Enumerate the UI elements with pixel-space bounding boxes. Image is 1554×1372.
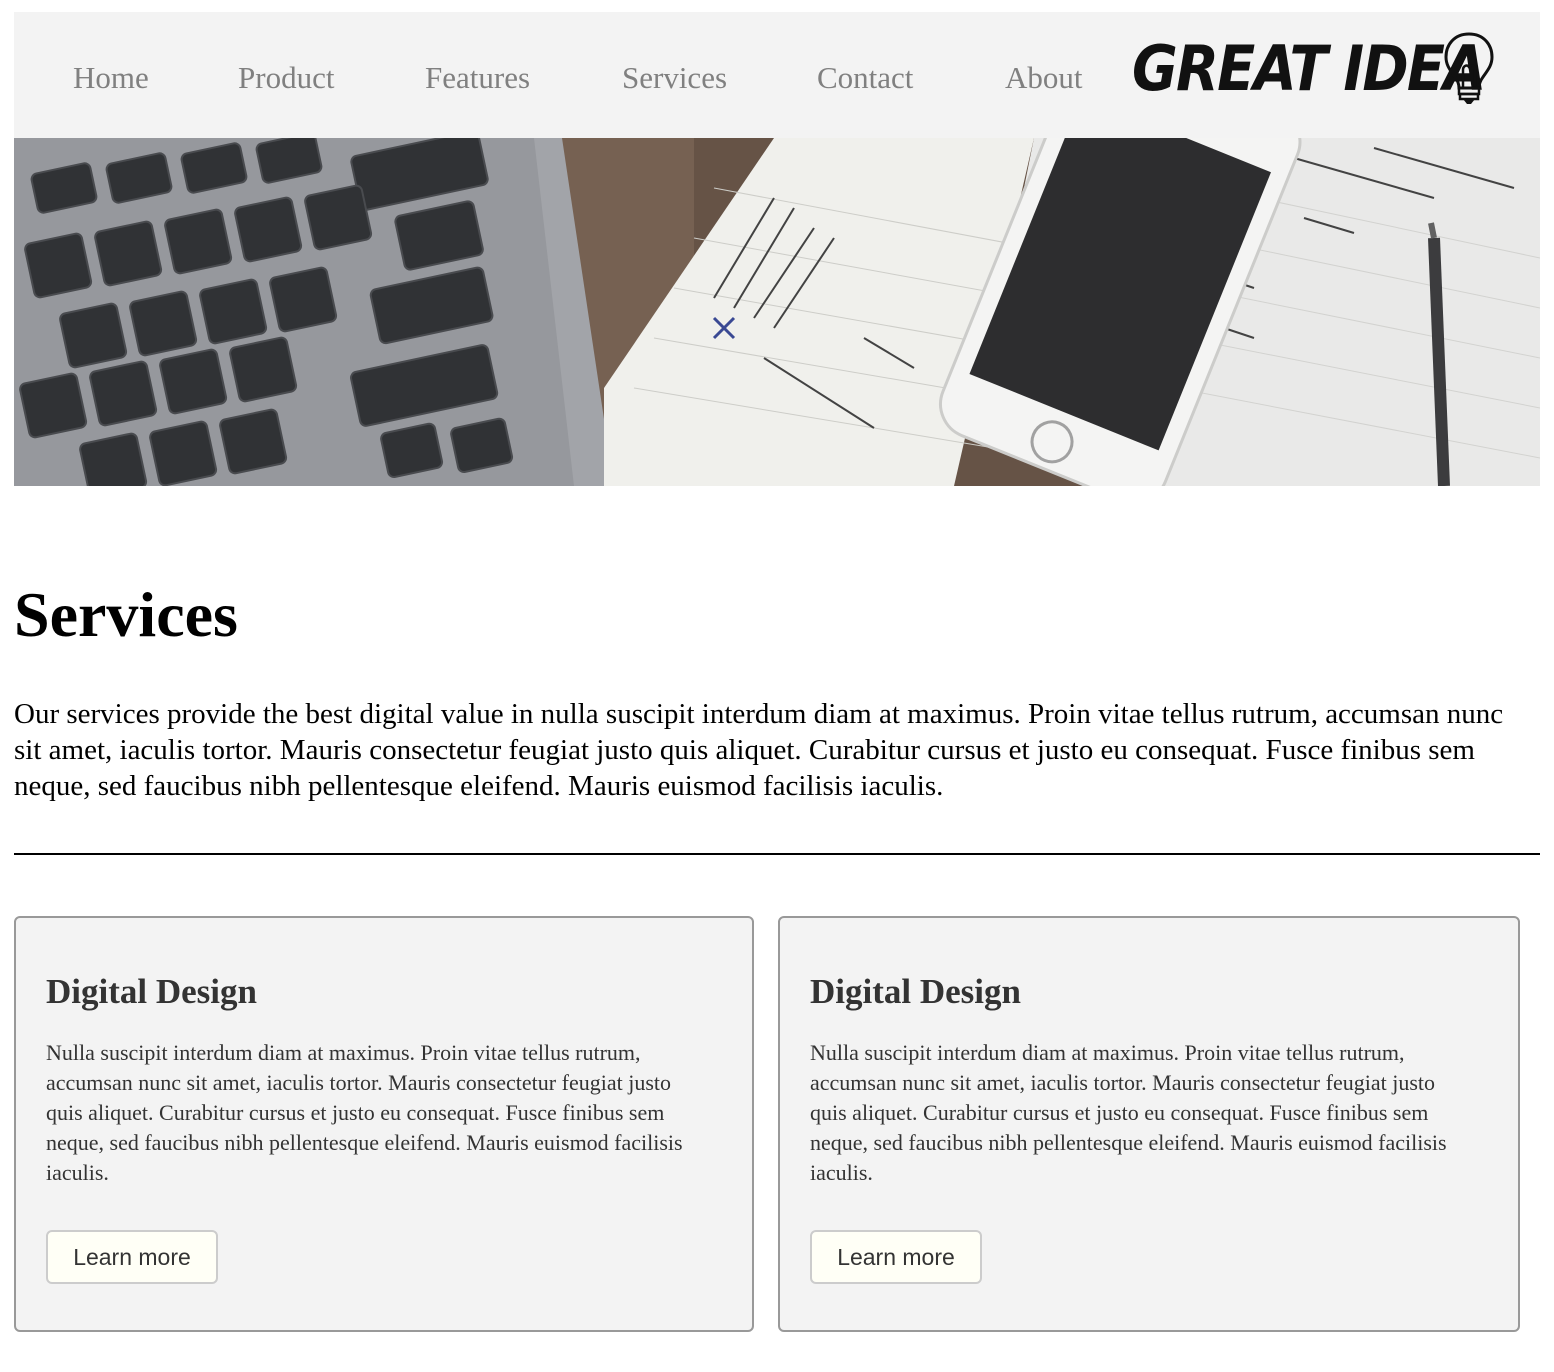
card-title: Digital Design <box>46 972 257 1011</box>
nav-home-link[interactable]: Home <box>73 60 149 96</box>
logo-text: GREAT IDEA <box>1132 32 1486 105</box>
service-card: Digital Design Nulla suscipit interdum d… <box>778 916 1520 1332</box>
intro-paragraph: Our services provide the best digital va… <box>14 698 1504 802</box>
card-text: Nulla suscipit interdum diam at maximus.… <box>46 1040 683 1185</box>
lightbulb-icon <box>1444 32 1494 104</box>
nav-services-link[interactable]: Services <box>622 60 727 96</box>
card-title: Digital Design <box>810 972 1021 1011</box>
learn-more-button[interactable]: Learn more <box>810 1230 982 1284</box>
card-text: Nulla suscipit interdum diam at maximus.… <box>810 1040 1447 1185</box>
top-nav: Home Product Features Services Contact A… <box>14 12 1540 138</box>
brand-logo[interactable]: GREAT IDEA <box>1126 30 1501 110</box>
nav-product-link[interactable]: Product <box>238 60 334 96</box>
nav-contact-link[interactable]: Contact <box>817 60 913 96</box>
page-title: Services <box>14 579 238 650</box>
hero-image <box>14 138 1540 486</box>
nav-features-link[interactable]: Features <box>425 60 530 96</box>
service-card: Digital Design Nulla suscipit interdum d… <box>14 916 754 1332</box>
hero-photo <box>14 138 1540 486</box>
learn-more-button[interactable]: Learn more <box>46 1230 218 1284</box>
section-divider <box>14 853 1540 855</box>
page: Home Product Features Services Contact A… <box>14 12 1540 1332</box>
nav-about-link[interactable]: About <box>1005 60 1083 96</box>
